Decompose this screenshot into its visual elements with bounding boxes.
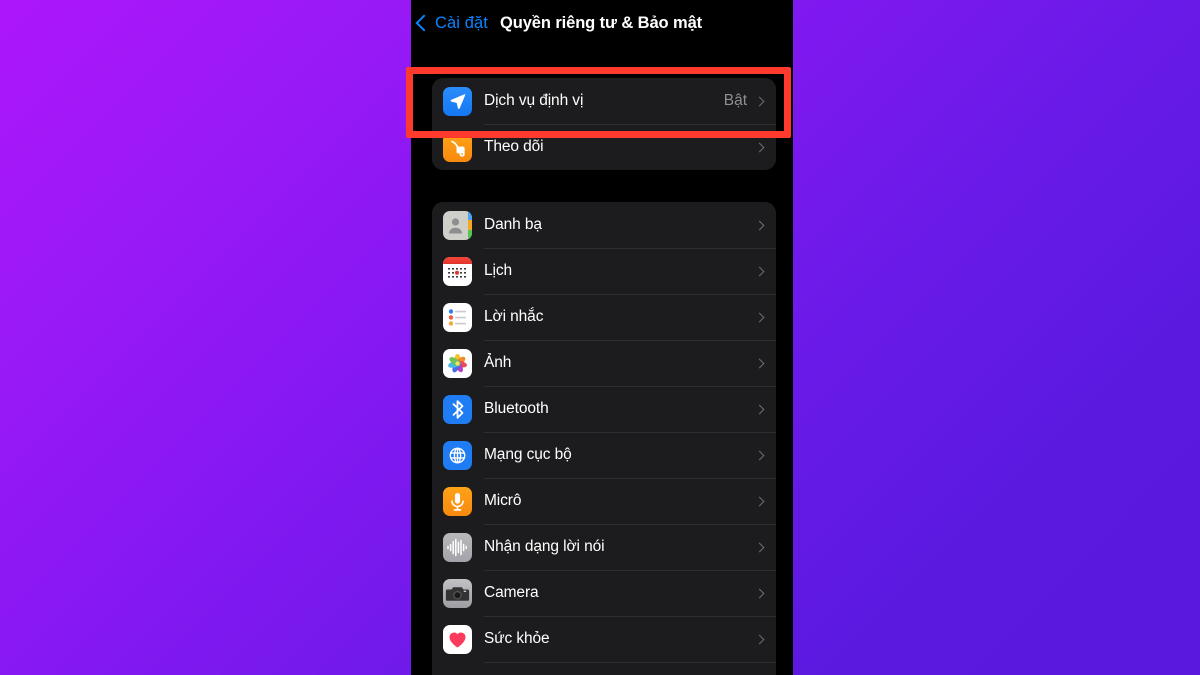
health-icon (443, 624, 472, 654)
list-item-location-services[interactable]: Dịch vụ định vị Bật (432, 78, 776, 124)
list-item-label: Nhận dạng lời nói (484, 538, 605, 555)
photos-icon (443, 348, 472, 378)
placeholder-icon (443, 671, 472, 675)
bluetooth-icon (443, 394, 472, 424)
list-item-accessory (754, 588, 776, 598)
chevron-right-icon (754, 496, 765, 506)
list-item-accessory (754, 404, 776, 414)
list-item-microphone[interactable]: Micrô (432, 478, 776, 524)
chevron-right-icon (754, 588, 765, 598)
reminders-icon (443, 302, 472, 332)
chevron-right-icon (754, 142, 765, 152)
app-tracking-icon (443, 132, 472, 162)
list-item-tracking[interactable]: Theo dõi (432, 124, 776, 170)
app-permissions-card: Danh bạ Lịch Lời nhắc Ảnh Bluetooth Mạng… (432, 202, 776, 675)
list-item-label: Lời nhắc (484, 308, 544, 325)
list-item-label: Camera (484, 584, 539, 601)
list-item-calendar[interactable]: Lịch (432, 248, 776, 294)
chevron-right-icon (754, 542, 765, 552)
list-item-label: Dịch vụ định vị (484, 92, 584, 109)
list-item-label: Mạng cục bộ (484, 446, 572, 463)
camera-icon (443, 578, 472, 608)
calendar-icon (443, 256, 472, 286)
list-item-bluetooth[interactable]: Bluetooth (432, 386, 776, 432)
contacts-tabs (468, 210, 472, 240)
location-services-icon (443, 86, 472, 116)
chevron-right-icon (754, 312, 765, 322)
microphone-icon (443, 486, 472, 516)
back-button-label: Cài đặt (435, 13, 488, 32)
list-item-camera[interactable]: Camera (432, 570, 776, 616)
list-item-photos[interactable]: Ảnh (432, 340, 776, 386)
chevron-right-icon (754, 96, 765, 106)
list-item-label: Danh bạ (484, 216, 542, 233)
navigation-bar: Cài đặt Quyền riêng tư & Bảo mật (411, 0, 793, 46)
list-item-accessory (754, 450, 776, 460)
list-item-local-network[interactable]: Mạng cục bộ (432, 432, 776, 478)
list-item-accessory (754, 542, 776, 552)
list-item-partial[interactable] (432, 662, 776, 675)
speech-recognition-icon (443, 532, 472, 562)
list-item-contacts[interactable]: Danh bạ (432, 202, 776, 248)
contacts-icon (443, 210, 472, 240)
list-item-accessory (754, 266, 776, 276)
list-item-accessory (754, 634, 776, 644)
list-item-accessory (754, 358, 776, 368)
list-item-label: Ảnh (484, 354, 512, 371)
list-item-accessory (747, 142, 776, 152)
list-item-label: Theo dõi (484, 138, 544, 155)
list-item-label: Micrô (484, 492, 522, 509)
wallpaper-backdrop: Cài đặt Quyền riêng tư & Bảo mật Dịch vụ… (0, 0, 1200, 675)
chevron-right-icon (754, 404, 765, 414)
list-item-accessory (754, 220, 776, 230)
list-item-accessory (754, 312, 776, 322)
chevron-right-icon (754, 450, 765, 460)
list-item-reminders[interactable]: Lời nhắc (432, 294, 776, 340)
list-item-accessory (754, 496, 776, 506)
chevron-right-icon (754, 220, 765, 230)
list-item-label: Lịch (484, 262, 513, 279)
list-item-label: Bluetooth (484, 400, 549, 417)
phone-screen: Cài đặt Quyền riêng tư & Bảo mật Dịch vụ… (411, 0, 793, 675)
chevron-left-icon (415, 14, 433, 32)
chevron-right-icon (754, 358, 765, 368)
list-item-speech-recognition[interactable]: Nhận dạng lời nói (432, 524, 776, 570)
privacy-settings-card: Dịch vụ định vị Bật Theo dõi (432, 78, 776, 170)
status-value: Bật (723, 92, 747, 109)
chevron-right-icon (754, 634, 765, 644)
page-title: Quyền riêng tư & Bảo mật (499, 13, 703, 32)
list-item-accessory: Bật (724, 92, 776, 110)
local-network-icon (443, 440, 472, 470)
back-button[interactable]: Cài đặt (415, 13, 488, 33)
list-item-health[interactable]: Sức khỏe (432, 616, 776, 662)
list-item-label: Sức khỏe (484, 630, 550, 647)
chevron-right-icon (754, 266, 765, 276)
